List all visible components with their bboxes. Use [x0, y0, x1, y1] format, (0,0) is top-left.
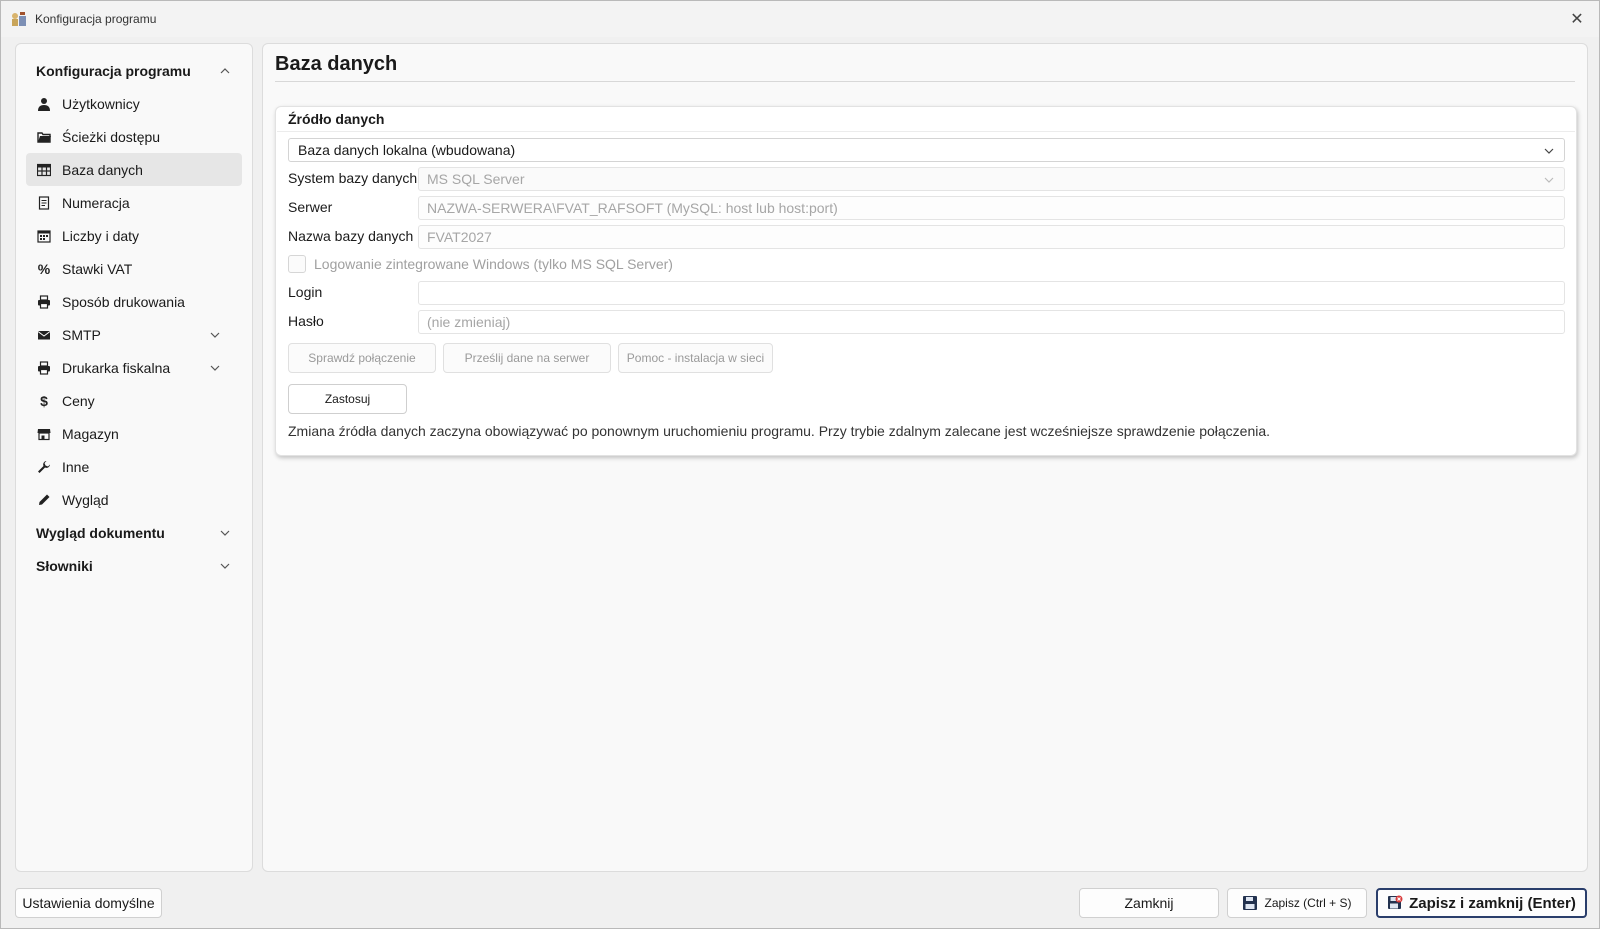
login-input[interactable] — [418, 281, 1565, 305]
save-button[interactable]: Zapisz (Ctrl + S) — [1227, 888, 1367, 918]
dbname-value: FVAT2027 — [427, 229, 492, 245]
server-placeholder: NAZWA-SERWERA\FVAT_RAFSOFT (MySQL: host … — [427, 200, 838, 216]
data-source-card: Źródło danych Baza danych lokalna (wbudo… — [275, 106, 1577, 456]
sidebar-group-label: Konfiguracja programu — [36, 62, 191, 79]
save-close-icon — [1387, 895, 1403, 911]
sidebar-item-fiscal-printer[interactable]: Drukarka fiskalna — [26, 351, 242, 384]
sidebar-item-vat-rates[interactable]: % Stawki VAT — [26, 252, 242, 285]
envelope-icon — [36, 327, 52, 343]
printer-icon — [36, 294, 52, 310]
sidebar-item-label: Użytkownicy — [62, 95, 140, 112]
sidebar-item-users[interactable]: Użytkownicy — [26, 87, 242, 120]
db-system-label: System bazy danych — [288, 170, 418, 186]
sidebar-item-label: Ceny — [62, 392, 95, 409]
apply-button[interactable]: Zastosuj — [288, 384, 407, 414]
chevron-down-icon — [218, 526, 232, 540]
chevron-down-icon — [1542, 144, 1556, 158]
sidebar-item-appearance[interactable]: Wygląd — [26, 483, 242, 516]
sidebar-item-label: Inne — [62, 458, 90, 475]
server-input[interactable]: NAZWA-SERWERA\FVAT_RAFSOFT (MySQL: host … — [418, 196, 1565, 220]
sidebar-item-smtp[interactable]: SMTP — [26, 318, 242, 351]
integrated-login-label: Logowanie zintegrowane Windows (tylko MS… — [314, 256, 673, 272]
sidebar-item-label: Liczby i daty — [62, 227, 140, 244]
sidebar-item-numbering[interactable]: Numeracja — [26, 186, 242, 219]
integrated-login-row[interactable]: Logowanie zintegrowane Windows (tylko MS… — [288, 255, 673, 273]
sidebar-group-document-appearance[interactable]: Wygląd dokumentu — [16, 516, 252, 549]
percent-icon: % — [37, 260, 51, 277]
sidebar-item-label: Numeracja — [62, 194, 130, 211]
restart-note: Zmiana źródła danych zaczyna obowiązywać… — [288, 423, 1271, 439]
sidebar-item-label: Magazyn — [62, 425, 119, 442]
config-window: Konfiguracja programu ✕ Konfiguracja pro… — [0, 0, 1600, 929]
sidebar-item-label: Sposób drukowania — [62, 293, 185, 310]
integrated-login-checkbox[interactable] — [288, 255, 306, 273]
sidebar-item-label: Baza danych — [62, 161, 143, 178]
dbname-input[interactable]: FVAT2027 — [418, 225, 1565, 249]
document-icon — [36, 195, 52, 211]
floppy-disk-icon — [1242, 895, 1258, 911]
card-divider — [277, 131, 1575, 132]
save-and-close-button[interactable]: Zapisz i zamknij (Enter) — [1376, 888, 1587, 918]
sidebar-group-config[interactable]: Konfiguracja programu — [16, 54, 252, 87]
page-title: Baza danych — [275, 53, 398, 75]
sidebar-item-label: Drukarka fiskalna — [62, 359, 171, 376]
sidebar-item-paths[interactable]: Ścieżki dostępu — [26, 120, 242, 153]
save-label: Zapisz (Ctrl + S) — [1264, 896, 1352, 910]
password-label: Hasło — [288, 313, 324, 329]
sidebar-item-prices[interactable]: $ Ceny — [26, 384, 242, 417]
sidebar: Konfiguracja programu Użytkownicy Ścieżk… — [15, 43, 253, 872]
sidebar-item-label: Stawki VAT — [62, 260, 133, 277]
printer-icon — [36, 360, 52, 376]
login-label: Login — [288, 284, 323, 300]
sidebar-group-label: Wygląd dokumentu — [36, 524, 165, 541]
save-close-label: Zapisz i zamknij (Enter) — [1409, 894, 1576, 912]
table-icon — [36, 162, 52, 178]
pencil-icon — [36, 492, 52, 508]
card-title: Źródło danych — [288, 111, 385, 127]
title-divider — [275, 81, 1575, 82]
close-label: Zamknij — [1124, 895, 1174, 911]
check-connection-button[interactable]: Sprawdź połączenie — [288, 343, 436, 373]
data-source-value: Baza danych lokalna (wbudowana) — [298, 142, 516, 158]
app-icon — [10, 10, 28, 28]
chevron-down-icon — [208, 328, 222, 342]
sidebar-group-dictionaries[interactable]: Słowniki — [16, 549, 252, 582]
chevron-down-icon — [218, 559, 232, 573]
sidebar-item-label: Wygląd — [62, 491, 109, 508]
sidebar-item-label: SMTP — [62, 326, 101, 343]
data-source-select[interactable]: Baza danych lokalna (wbudowana) — [288, 138, 1565, 162]
sidebar-group-label: Słowniki — [36, 557, 93, 574]
folder-icon — [36, 129, 52, 145]
db-system-value: MS SQL Server — [427, 171, 525, 187]
sidebar-item-printing[interactable]: Sposób drukowania — [26, 285, 242, 318]
store-icon — [36, 426, 52, 442]
server-label: Serwer — [288, 199, 333, 215]
close-button[interactable]: Zamknij — [1079, 888, 1219, 918]
dollar-icon: $ — [40, 392, 48, 409]
sidebar-item-warehouse[interactable]: Magazyn — [26, 417, 242, 450]
password-input[interactable]: (nie zmieniaj) — [418, 310, 1565, 334]
dbname-label: Nazwa bazy danych — [288, 228, 414, 244]
wrench-icon — [36, 459, 52, 475]
sidebar-item-database[interactable]: Baza danych — [26, 153, 242, 186]
user-icon — [36, 96, 52, 112]
network-help-button[interactable]: Pomoc - instalacja w sieci — [618, 343, 773, 373]
send-data-button[interactable]: Prześlij dane na serwer — [443, 343, 611, 373]
window-title: Konfiguracja programu — [35, 12, 157, 26]
title-bar: Konfiguracja programu ✕ — [1, 1, 1599, 37]
calendar-icon — [36, 228, 52, 244]
chevron-up-icon — [218, 64, 232, 78]
sidebar-item-other[interactable]: Inne — [26, 450, 242, 483]
default-settings-label: Ustawienia domyślne — [22, 895, 155, 911]
close-icon[interactable]: ✕ — [1567, 9, 1587, 29]
sidebar-item-numbers-dates[interactable]: Liczby i daty — [26, 219, 242, 252]
db-system-select[interactable]: MS SQL Server — [418, 167, 1565, 191]
password-placeholder: (nie zmieniaj) — [427, 314, 511, 330]
chevron-down-icon — [208, 361, 222, 375]
main-panel: Baza danych Źródło danych Baza danych lo… — [262, 43, 1588, 872]
sidebar-item-label: Ścieżki dostępu — [62, 128, 161, 145]
chevron-down-icon — [1542, 173, 1556, 187]
default-settings-button[interactable]: Ustawienia domyślne — [15, 888, 162, 918]
